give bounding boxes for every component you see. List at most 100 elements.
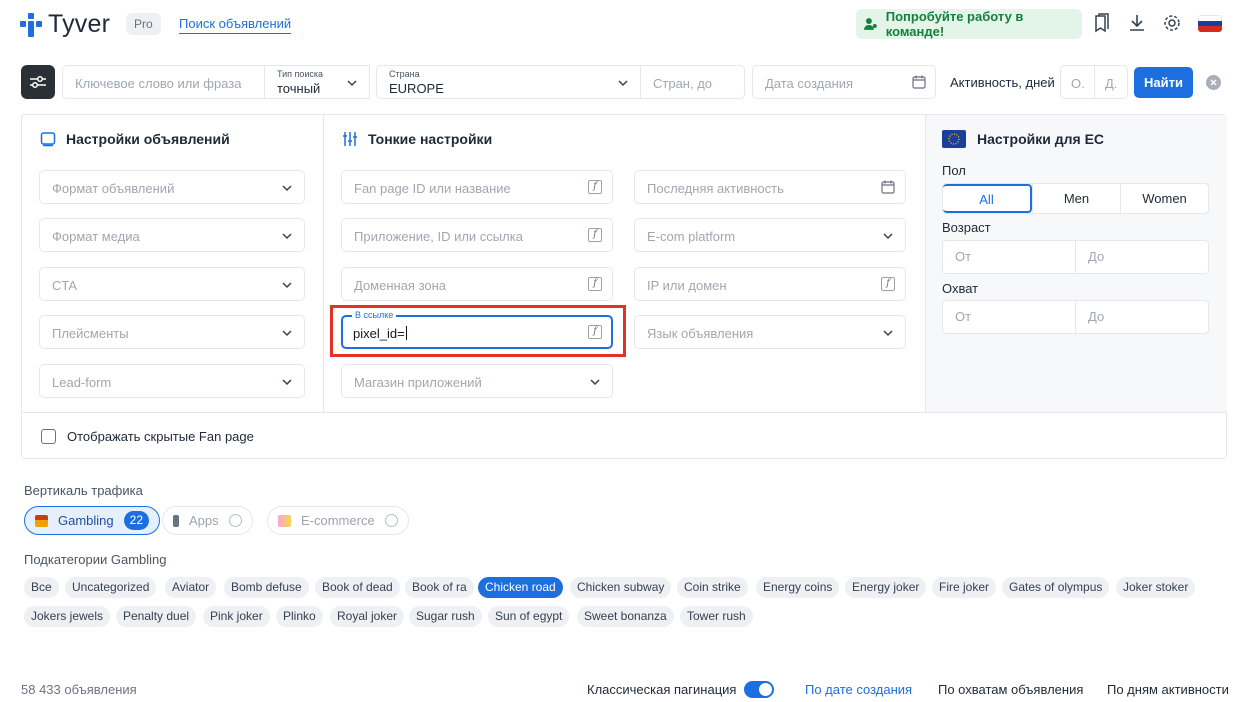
clear-icon[interactable]	[1206, 75, 1221, 90]
lead-form-select[interactable]: Lead-form	[39, 364, 305, 398]
gender-all-option[interactable]: All	[943, 184, 1032, 213]
shopping-icon	[278, 514, 291, 527]
countries-max-input[interactable]: Стран, до	[640, 65, 745, 99]
chevron-down-icon	[347, 80, 357, 87]
country-select[interactable]: Страна EUROPE	[376, 65, 641, 99]
pagination-toggle[interactable]	[744, 681, 774, 698]
find-button[interactable]: Найти	[1134, 67, 1193, 98]
gender-label: Пол	[942, 163, 966, 178]
logo-mark-icon	[20, 12, 42, 37]
pagination-label: Классическая пагинация	[587, 682, 737, 697]
ip-domain-input[interactable]: IP или домен f	[634, 267, 906, 301]
activity-days-label: Активность, дней	[950, 75, 1055, 90]
subcategory-chip[interactable]: Penalty duel	[116, 606, 197, 627]
eu-settings-title: Настройки для ЕС	[977, 131, 1105, 147]
function-icon: f	[588, 277, 602, 291]
chevron-down-icon	[883, 330, 893, 337]
reach-label: Охват	[942, 281, 979, 296]
hidden-fanpage-checkbox[interactable]	[41, 429, 56, 444]
function-icon: f	[881, 277, 895, 291]
vertical-apps[interactable]: Apps	[162, 506, 253, 535]
subcategory-chip[interactable]: Gates of olympus	[1002, 577, 1110, 598]
subcategory-chip[interactable]: Plinko	[276, 606, 323, 627]
subcategory-chip[interactable]: Uncategorized	[65, 577, 157, 598]
ad-settings-title: Настройки объявлений	[66, 131, 230, 147]
last-activity-input[interactable]: Последняя активность	[634, 170, 906, 204]
gender-women-option[interactable]: Women	[1120, 184, 1208, 213]
placements-select[interactable]: Плейсменты	[39, 315, 305, 349]
activity-to-input[interactable]: Д.	[1094, 65, 1128, 99]
function-icon: f	[588, 180, 602, 194]
bookmarks-icon[interactable]	[1092, 13, 1112, 33]
download-icon[interactable]	[1127, 13, 1147, 33]
settings-icon[interactable]	[1162, 13, 1182, 33]
vertical-ecommerce[interactable]: E-commerce	[267, 506, 409, 535]
subcategory-chip[interactable]: Energy coins	[756, 577, 840, 598]
sort-by-reach[interactable]: По охватам объявления	[938, 682, 1083, 697]
cta-select[interactable]: CTA	[39, 267, 305, 301]
function-icon: f	[588, 228, 602, 242]
calendar-icon	[881, 180, 895, 194]
age-to-input[interactable]: До	[1075, 241, 1208, 273]
subcategory-chip[interactable]: Royal joker	[330, 606, 405, 627]
fanpage-input[interactable]: Fan page ID или название f	[341, 170, 613, 204]
activity-from-input[interactable]: О.	[1060, 65, 1095, 99]
subcategory-chip-selected[interactable]: Chicken road	[478, 577, 563, 598]
chevron-down-icon	[282, 330, 292, 337]
logo[interactable]: Tyver	[20, 10, 110, 39]
fine-settings-title: Тонкие настройки	[368, 131, 493, 147]
chevron-down-icon	[282, 233, 292, 240]
search-type-select[interactable]: Тип поиска точный	[264, 65, 370, 99]
clock-icon	[384, 514, 398, 527]
subcategory-chip[interactable]: Sugar rush	[409, 606, 482, 627]
reach-from-input[interactable]: От	[943, 301, 1075, 333]
domain-zone-input[interactable]: Доменная зона f	[341, 267, 613, 301]
count-badge: 22	[123, 511, 149, 530]
app-store-select[interactable]: Магазин приложений	[341, 364, 613, 398]
chevron-down-icon	[618, 80, 628, 87]
subcategory-chip[interactable]: Sweet bonanza	[577, 606, 674, 627]
chevron-down-icon	[883, 233, 893, 240]
age-range: От До	[942, 240, 1209, 274]
subcategory-chip[interactable]: Jokers jewels	[24, 606, 111, 627]
nav-ad-search[interactable]: Поиск объявлений	[179, 16, 292, 34]
sort-by-date[interactable]: По дате создания	[805, 682, 912, 697]
subcategory-chip[interactable]: Chicken subway	[570, 577, 672, 598]
subcategory-chip[interactable]: Все	[24, 577, 59, 598]
filters-toggle-button[interactable]	[21, 65, 55, 99]
reach-to-input[interactable]: До	[1075, 301, 1208, 333]
team-trial-button[interactable]: Попробуйте работу в команде!	[856, 9, 1082, 39]
subcategory-chip[interactable]: Bomb defuse	[224, 577, 309, 598]
subcategory-chip[interactable]: Aviator	[165, 577, 217, 598]
divider	[323, 115, 324, 412]
results-count: 58 433 объявления	[21, 682, 137, 697]
subcategory-chip[interactable]: Book of dead	[315, 577, 400, 598]
clock-icon	[228, 514, 242, 527]
sort-by-activity[interactable]: По дням активности	[1107, 682, 1229, 697]
subcategory-chip[interactable]: Fire joker	[932, 577, 997, 598]
gender-men-option[interactable]: Men	[1032, 184, 1120, 213]
vertical-gambling[interactable]: Gambling 22	[24, 506, 160, 535]
subcategory-chip[interactable]: Joker stoker	[1116, 577, 1196, 598]
chevron-down-icon	[590, 379, 600, 386]
media-format-select[interactable]: Формат медиа	[39, 218, 305, 252]
ecom-platform-select[interactable]: E-com platform	[634, 218, 906, 252]
age-from-input[interactable]: От	[943, 241, 1075, 273]
subcategory-chip[interactable]: Coin strike	[677, 577, 748, 598]
team-trial-label: Попробуйте работу в команде!	[885, 9, 1024, 39]
subcategory-chip[interactable]: Sun of egypt	[488, 606, 570, 627]
subcategory-chip[interactable]: Book of ra	[405, 577, 474, 598]
hidden-fanpage-label: Отображать скрытые Fan page	[67, 429, 254, 444]
divider	[22, 412, 1226, 413]
subcategory-chip[interactable]: Tower rush	[680, 606, 753, 627]
ad-format-select[interactable]: Формат объявлений	[39, 170, 305, 204]
chevron-down-icon	[282, 185, 292, 192]
russia-flag-icon[interactable]	[1198, 15, 1222, 32]
ad-language-select[interactable]: Язык объявления	[634, 315, 906, 349]
subcategory-chip[interactable]: Pink joker	[203, 606, 270, 627]
app-input[interactable]: Приложение, ID или ссылка f	[341, 218, 613, 252]
divider	[925, 115, 926, 412]
subcategory-chip[interactable]: Energy joker	[845, 577, 927, 598]
keyword-input[interactable]: Ключевое слово или фраза	[62, 65, 265, 99]
creation-date-input[interactable]: Дата создания	[752, 65, 936, 99]
